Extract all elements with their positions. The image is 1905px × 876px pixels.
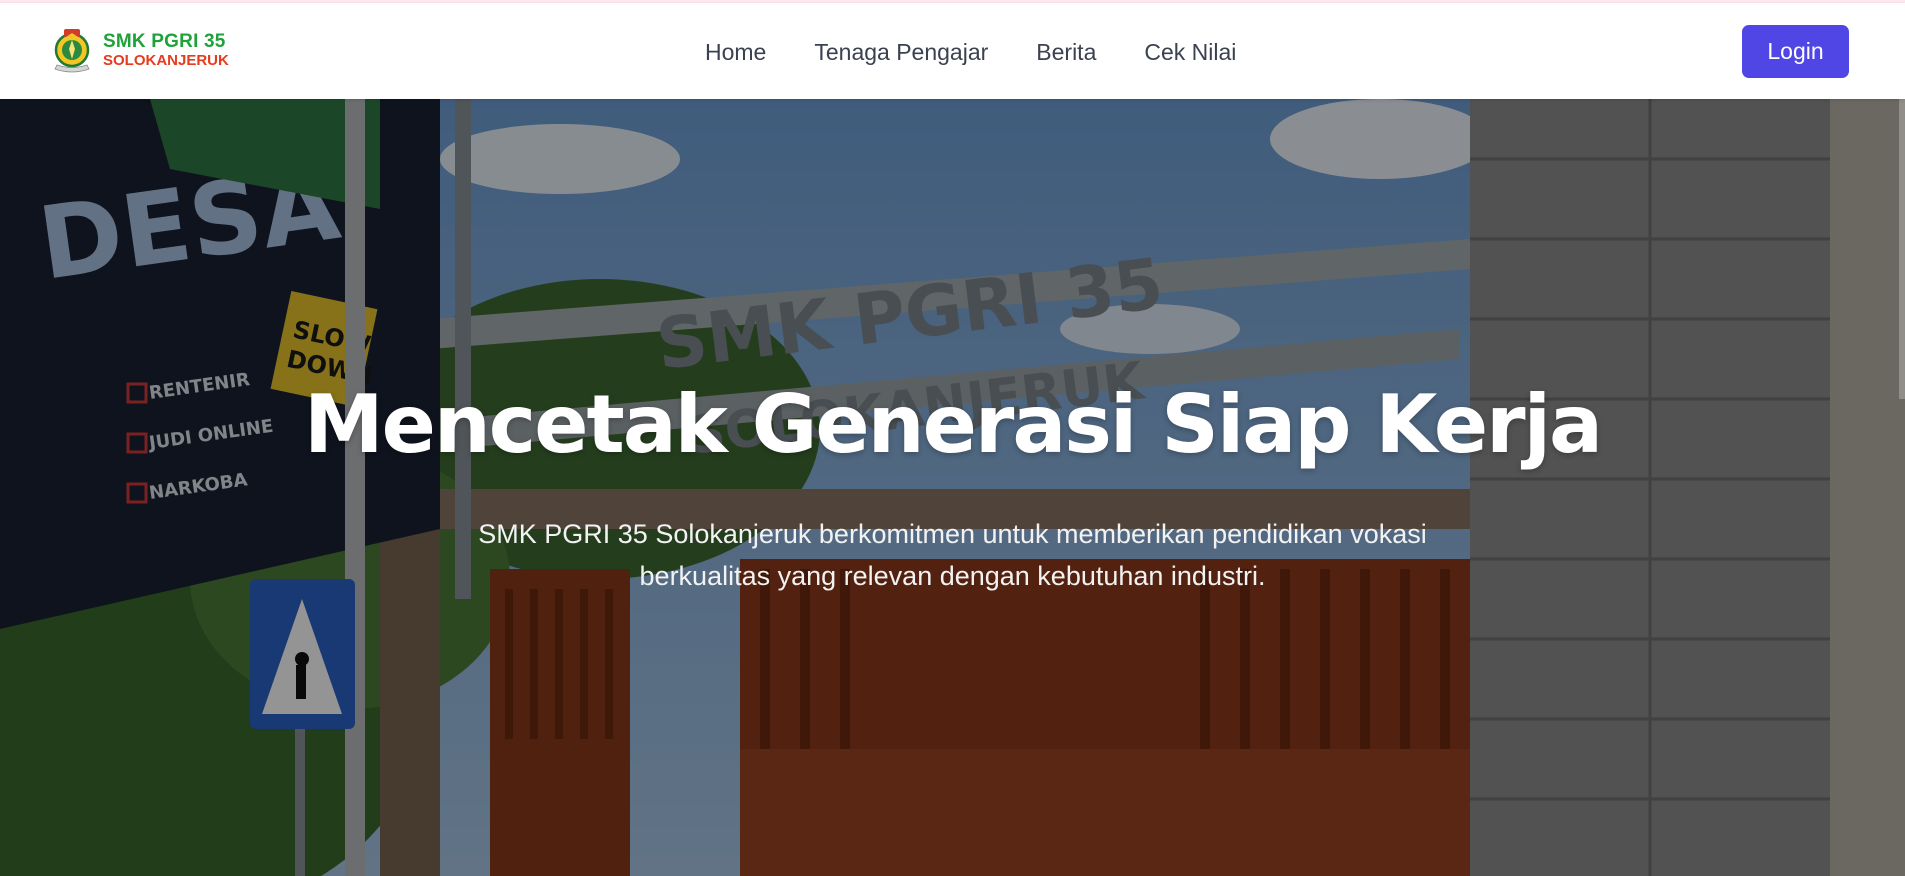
page-scrollbar[interactable] bbox=[1899, 99, 1905, 399]
school-emblem-icon bbox=[54, 29, 90, 73]
hero-title: Mencetak Generasi Siap Kerja bbox=[303, 378, 1603, 471]
hero-content: Mencetak Generasi Siap Kerja SMK PGRI 35… bbox=[0, 381, 1905, 597]
navbar: SMK PGRI 35 SOLOKANJERUK Home Tenaga Pen… bbox=[0, 3, 1905, 99]
brand-name-line2: SOLOKANJERUK bbox=[103, 52, 229, 69]
nav-link-tenaga-pengajar[interactable]: Tenaga Pengajar bbox=[814, 39, 988, 66]
brand-logo-link[interactable]: SMK PGRI 35 SOLOKANJERUK bbox=[47, 25, 229, 75]
nav-link-berita[interactable]: Berita bbox=[1036, 39, 1096, 66]
brand-name-line1: SMK PGRI 35 bbox=[103, 31, 226, 52]
nav-link-home[interactable]: Home bbox=[705, 39, 766, 66]
main-nav: Home Tenaga Pengajar Berita Cek Nilai bbox=[705, 39, 1236, 66]
hero-subtitle: SMK PGRI 35 Solokanjeruk berkomitmen unt… bbox=[478, 519, 1427, 591]
nav-link-cek-nilai[interactable]: Cek Nilai bbox=[1144, 39, 1236, 66]
hero-section: SMK PGRI 35 SOLOKANJERUK DESA RENTENIR J… bbox=[0, 99, 1905, 876]
login-button[interactable]: Login bbox=[1742, 25, 1849, 78]
